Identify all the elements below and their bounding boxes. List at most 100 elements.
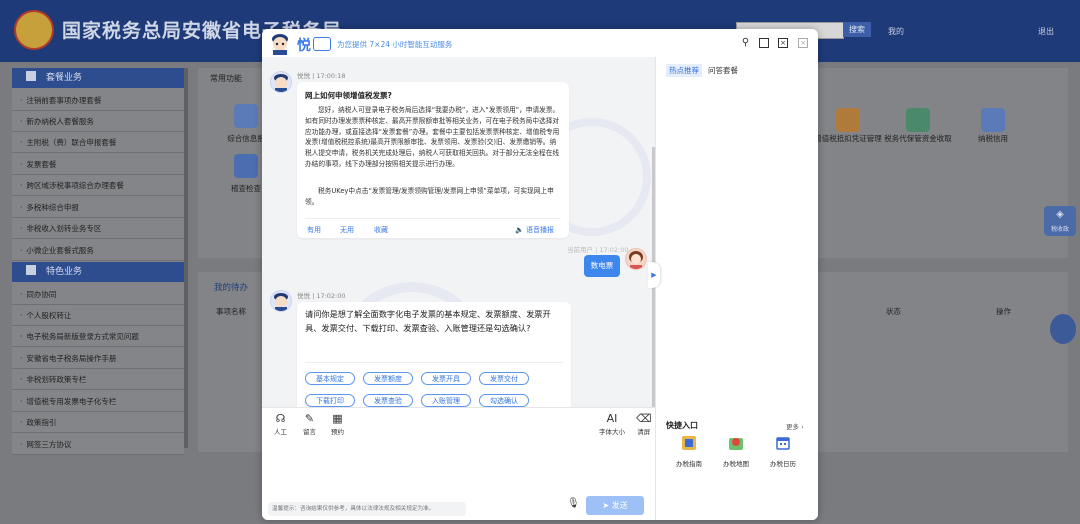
option-chip[interactable]: 勾选确认 xyxy=(479,394,529,407)
clear-screen-button[interactable]: ⌫ 清屏 xyxy=(636,412,652,436)
func-label: 增值税抵扣凭证管理 xyxy=(814,134,882,143)
bot-mascot-icon xyxy=(274,74,288,92)
leave-message-button[interactable]: ✎ 留言 xyxy=(303,412,316,436)
font-size-icon: AI xyxy=(606,412,618,425)
option-chip[interactable]: 入账管理 xyxy=(421,394,471,407)
divider xyxy=(305,362,563,363)
microphone-icon[interactable]: 🎙 xyxy=(567,498,580,514)
bot-avatar xyxy=(270,71,292,93)
option-chip[interactable]: 发票查验 xyxy=(363,394,413,407)
option-chip[interactable]: 发票开具 xyxy=(421,372,471,385)
sidebar-item[interactable]: 电子税务局新版登录方式常见问题 xyxy=(12,326,184,347)
clarify-question: 请问你是想了解全面数字化电子发票的基本规定、发票额度、发票开具、发票交付、下载打… xyxy=(305,309,551,333)
package-icon xyxy=(26,71,36,81)
vat-deduction-icon[interactable] xyxy=(836,108,860,132)
func-label: 税务代保管资金收取 xyxy=(884,134,952,143)
quick-entry-title: 快捷入口 xyxy=(666,421,698,430)
voice-broadcast-button: 🔈 语音播报 xyxy=(515,226,554,234)
expand-icon[interactable] xyxy=(759,38,769,48)
footer-tip: 温馨提示：咨询结果仅供参考，具体以法律法规及相关规定为准。 xyxy=(268,502,466,516)
send-arrow-icon: ➤ xyxy=(602,501,610,510)
favorite-button[interactable]: 收藏 xyxy=(374,225,388,235)
sidebar-item[interactable]: 增值税专用发票电子化专栏 xyxy=(12,391,184,412)
arrow-right-icon: ▶ xyxy=(651,271,657,279)
human-agent-button[interactable]: ☊ 人工 xyxy=(274,412,287,436)
sidebar-item[interactable]: 新办纳税人套餐服务 xyxy=(12,111,184,132)
sidebar-scrollbar[interactable] xyxy=(184,68,188,448)
tax-guide-icon[interactable] xyxy=(681,435,697,451)
sidebar-item[interactable]: 注销前套事项办理套餐 xyxy=(12,90,184,111)
robot-face-icon xyxy=(313,37,331,51)
sidebar-section-package: 套餐业务 注销前套事项办理套餐 新办纳税人套餐服务 主附税（费）联合申报套餐 发… xyxy=(12,68,184,262)
portal-logout-button[interactable]: 退出 xyxy=(1038,26,1054,37)
answer-paragraph: 您好，纳税人可登录电子税务局后选择“我要办税”，进入“发票领用”，申请发票。如有… xyxy=(305,106,560,168)
eraser-icon: ⌫ xyxy=(636,412,652,425)
quick-entry-label: 办税指南 xyxy=(676,460,702,468)
sidebar-item[interactable]: 网签三方协议 xyxy=(12,434,184,455)
sidebar-item[interactable]: 政策指引 xyxy=(12,412,184,433)
chat-input[interactable] xyxy=(262,443,655,493)
sidebar-item[interactable]: 同办协同 xyxy=(12,284,184,305)
close-icon[interactable]: × xyxy=(798,38,808,48)
col-item-name: 事项名称 xyxy=(216,307,246,316)
option-chip[interactable]: 发票额度 xyxy=(363,372,413,385)
info-report-icon[interactable] xyxy=(234,104,258,128)
sidebar-item[interactable]: 非税划转政策专栏 xyxy=(12,369,184,390)
answer-title: 网上如何申领增值税发票? xyxy=(305,91,392,100)
map-pin-icon[interactable] xyxy=(728,435,744,451)
fund-custody-icon[interactable] xyxy=(906,108,930,132)
col-status: 状态 xyxy=(886,307,901,316)
sidebar-item[interactable]: 跨区域涉税事项综合办理套餐 xyxy=(12,175,184,196)
sidebar-section-header[interactable]: 特色业务 xyxy=(12,262,184,282)
chat-dialog: 悦 为您提供 7×24 小时智能互动服务 ⚲ × × 悦悦 | 17:00:18… xyxy=(262,29,818,520)
func-label: 纳税信用 xyxy=(978,134,1008,143)
portal-search-button[interactable]: 搜索 xyxy=(843,22,871,37)
chat-message-area[interactable]: 悦悦 | 17:00:18 网上如何申领增值税发票? 您好，纳税人可登录电子税务… xyxy=(262,57,655,407)
option-chip[interactable]: 下载打印 xyxy=(305,394,355,407)
assistant-mascot-icon xyxy=(272,34,288,55)
edit-icon: ✎ xyxy=(304,412,315,425)
sidebar-item[interactable]: 小微企业套餐式服务 xyxy=(12,240,184,261)
bot-message-bubble: 请问你是想了解全面数字化电子发票的基本规定、发票额度、发票开具、发票交付、下载打… xyxy=(297,302,571,407)
option-chip[interactable]: 基本规定 xyxy=(305,372,355,385)
tab-common-functions[interactable]: 常用功能 xyxy=(210,73,242,84)
tax-emblem-icon xyxy=(14,10,54,50)
tab-hot-recommend[interactable]: 热点推荐 xyxy=(666,64,702,77)
sidebar-section-special: 特色业务 同办协同 个人股权转让 电子税务局新版登录方式常见问题 安徽省电子税务… xyxy=(12,262,184,455)
quick-entry-label: 办税日历 xyxy=(770,460,796,468)
user-avatar-icon xyxy=(629,251,643,269)
inspection-icon[interactable] xyxy=(234,154,258,178)
useful-button[interactable]: 有用 xyxy=(307,225,321,235)
tax-credit-icon[interactable] xyxy=(981,108,1005,132)
sidebar-item[interactable]: 非税收入划转业务专区 xyxy=(12,218,184,239)
sidebar-section-header[interactable]: 套餐业务 xyxy=(12,68,184,88)
tab-qa-package[interactable]: 问答套餐 xyxy=(708,65,738,76)
bot-message-bubble: 网上如何申领增值税发票? 您好，纳税人可登录电子税务局后选择“我要办税”，进入“… xyxy=(297,82,569,238)
answer-paragraph: 税务UKey中点击“发票管理/发票领购管理/发票网上申领”菜单项，可实现网上申领… xyxy=(305,187,554,206)
option-chip[interactable]: 发票交付 xyxy=(479,372,529,385)
user-icon[interactable]: ⚲ xyxy=(740,37,751,48)
font-size-button[interactable]: AI 字体大小 xyxy=(599,412,625,436)
send-button[interactable]: ➤ 发送 xyxy=(586,496,644,515)
appointment-button[interactable]: ▦ 预约 xyxy=(331,412,344,436)
useless-button[interactable]: 无用 xyxy=(340,225,354,235)
portal-user-link[interactable]: 我的 xyxy=(888,26,904,37)
message-meta: 悦悦 | 17:00:18 xyxy=(297,72,346,80)
tax-policy-widget[interactable]: ◈ 税收政 xyxy=(1044,206,1076,236)
message-meta: 悦悦 | 17:02:00 xyxy=(297,292,346,300)
col-action: 操作 xyxy=(996,307,1011,316)
chat-toolbar: ☊ 人工 ✎ 留言 ▦ 预约 AI 字体大小 ⌫ 清屏 xyxy=(262,407,655,444)
sidebar-item[interactable]: 个人股权转让 xyxy=(12,305,184,326)
tab-my-todo[interactable]: 我的待办 xyxy=(214,281,248,293)
more-link[interactable]: 更多 › xyxy=(786,421,804,431)
close-box-icon[interactable]: × xyxy=(778,38,788,48)
calendar-icon[interactable] xyxy=(775,435,791,451)
sidebar-item[interactable]: 发票套餐 xyxy=(12,154,184,175)
sidebar-item[interactable]: 主附税（费）联合申报套餐 xyxy=(12,132,184,153)
collapse-panel-button[interactable]: ▶ xyxy=(648,262,660,288)
sidebar-item[interactable]: 安徽省电子税务局操作手册 xyxy=(12,348,184,369)
sidebar-item[interactable]: 多税种综合申报 xyxy=(12,197,184,218)
user-message-bubble: 数电票 xyxy=(584,255,620,277)
assistant-slogan: 为您提供 7×24 小时智能互动服务 xyxy=(337,40,453,49)
mascot-float-icon[interactable] xyxy=(1050,314,1076,344)
